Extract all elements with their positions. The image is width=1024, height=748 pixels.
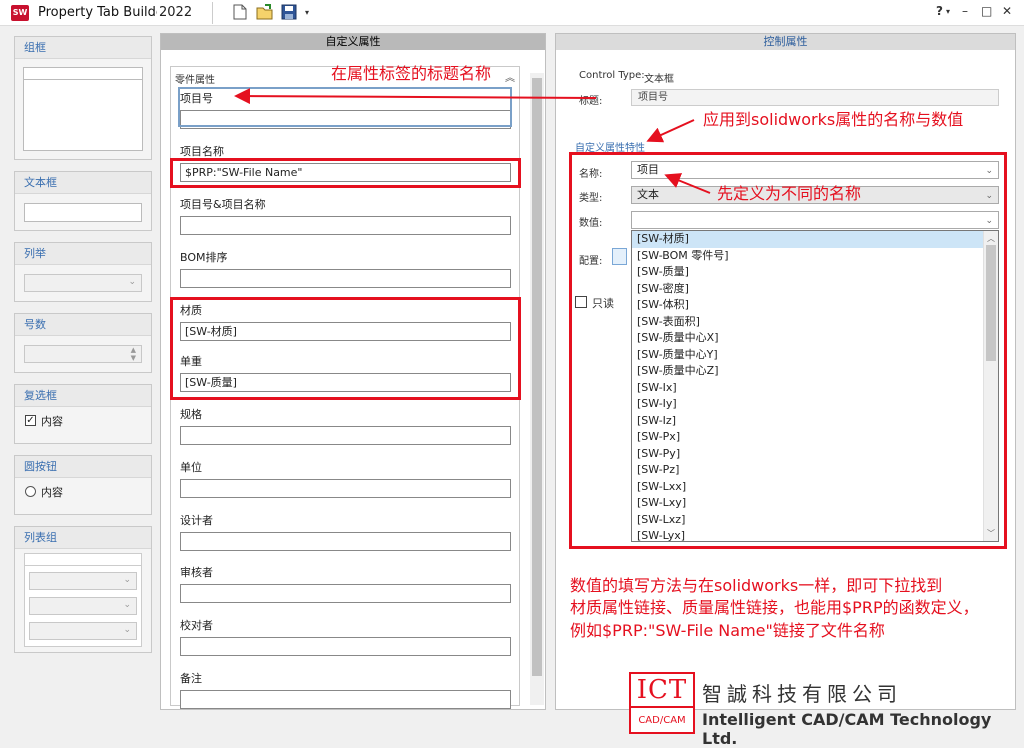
field-input[interactable]	[180, 426, 511, 445]
toolbar-separator	[212, 2, 213, 24]
palette-checkbox-label: 复选框	[15, 385, 151, 407]
palette-listgroup[interactable]: 列表组 ⌄ ⌄ ⌄	[14, 526, 152, 653]
field-input[interactable]	[180, 532, 511, 551]
app-version: 2022	[157, 5, 193, 20]
checkbox-checked-icon: ✓	[25, 415, 36, 426]
control-type-value: 文本框	[644, 74, 674, 85]
palette-list[interactable]: 列举 ⌄	[14, 242, 152, 302]
open-folder-icon[interactable]	[256, 4, 273, 21]
caption-field[interactable]: 项目号	[631, 89, 999, 106]
field-label: 项目名称	[180, 145, 224, 158]
radio-button-icon	[25, 486, 36, 497]
field-label: 审核者	[180, 566, 213, 579]
custom-properties-header: 自定义属性	[161, 34, 545, 50]
field-input[interactable]	[180, 269, 511, 288]
listgroup-dropdown-3: ⌄	[29, 622, 137, 640]
listgroup-dropdown-2: ⌄	[29, 597, 137, 615]
palette-textbox-label: 文本框	[15, 172, 151, 194]
palette-checkbox[interactable]: 复选框 ✓ 内容	[14, 384, 152, 444]
close-button[interactable]: ✕	[1002, 4, 1012, 18]
help-dropdown-icon[interactable]: ▾	[946, 7, 950, 16]
control-type-label: Control Type:	[579, 70, 645, 81]
annotation-value-note-2: 材质属性链接、质量属性链接，也能用$PRP的函数定义，	[570, 598, 979, 617]
new-document-icon[interactable]	[232, 4, 248, 21]
maximize-button[interactable]: □	[981, 4, 992, 18]
palette-number-label: 号数	[15, 314, 151, 336]
palette-textbox[interactable]: 文本框	[14, 171, 152, 231]
title-bar: SW Property Tab Builde 2022 ▾ ? ▾ – □ ✕	[0, 0, 1024, 26]
annotation-value-note-1: 数值的填写方法与在solidworks一样，即可下拉找到	[570, 576, 943, 595]
field-label: 设计者	[180, 514, 213, 527]
company-name-en: Intelligent CAD/CAM Technology Ltd.	[702, 710, 992, 748]
annotation-value-note-3: 例如$PRP:"SW-File Name"链接了文件名称	[570, 621, 885, 640]
spin-arrows-icon: ▲ ▼	[130, 346, 136, 362]
group-box-preview	[23, 67, 143, 151]
vertical-scrollbar[interactable]	[530, 73, 544, 705]
caption-label: 标题:	[579, 96, 603, 107]
annotation-box-control-properties	[569, 152, 1007, 549]
annotation-box-project-name	[170, 158, 521, 188]
field-input[interactable]	[180, 584, 511, 603]
field-input[interactable]	[180, 216, 511, 235]
ict-logo: ICT	[629, 672, 695, 708]
annotation-define-note: 先定义为不同的名称	[717, 184, 862, 203]
palette-listgroup-label: 列表组	[15, 527, 151, 549]
palette-radio-label: 圆按钮	[15, 456, 151, 478]
solidworks-app-icon: SW	[11, 5, 29, 21]
minimize-button[interactable]: –	[962, 4, 968, 18]
control-properties-header: 控制属性	[556, 34, 1015, 50]
annotation-box-material-weight	[170, 297, 521, 400]
help-button[interactable]: ?	[936, 4, 943, 18]
field-label: 备注	[180, 672, 202, 685]
scrollbar-thumb[interactable]	[532, 78, 542, 676]
radio-preview-label: 内容	[41, 486, 63, 499]
save-icon[interactable]	[281, 4, 297, 21]
company-name-cn: 智誠科技有限公司	[702, 682, 902, 706]
textbox-preview	[24, 203, 142, 222]
annotation-apply-note: 应用到solidworks属性的名称与数值	[703, 110, 964, 129]
field-label: BOM排序	[180, 251, 228, 264]
collapse-chevron-icon[interactable]: ︽	[505, 69, 515, 84]
chevron-down-icon: ⌄	[123, 600, 131, 610]
field-label: 校对者	[180, 619, 213, 632]
chevron-down-icon[interactable]: ▾	[299, 4, 315, 21]
annotation-title-note: 在属性标签的标题名称	[331, 64, 492, 83]
selected-field-highlight	[178, 87, 512, 127]
palette-list-label: 列举	[15, 243, 151, 265]
chevron-down-icon: ⌄	[123, 625, 131, 635]
group-title: 零件属性	[175, 75, 215, 86]
chevron-down-icon: ⌄	[123, 575, 131, 585]
checkbox-preview-label: 内容	[41, 415, 63, 428]
field-input[interactable]	[180, 690, 511, 709]
palette-number[interactable]: 号数 ▲ ▼	[14, 313, 152, 373]
palette-group-box-label: 组框	[15, 37, 151, 59]
chevron-down-icon: ⌄	[128, 277, 136, 287]
field-label: 项目号&项目名称	[180, 198, 266, 211]
number-stepper-preview: ▲ ▼	[24, 345, 142, 363]
field-label: 规格	[180, 408, 202, 421]
field-input[interactable]	[180, 637, 511, 656]
palette-group-box[interactable]: 组框	[14, 36, 152, 160]
list-preview: ⌄	[24, 274, 142, 292]
cadcam-logo-text: CAD/CAM	[629, 708, 695, 734]
field-input[interactable]	[180, 479, 511, 498]
listgroup-dropdown-1: ⌄	[29, 572, 137, 590]
palette-radio[interactable]: 圆按钮 内容	[14, 455, 152, 515]
field-label: 单位	[180, 461, 202, 474]
